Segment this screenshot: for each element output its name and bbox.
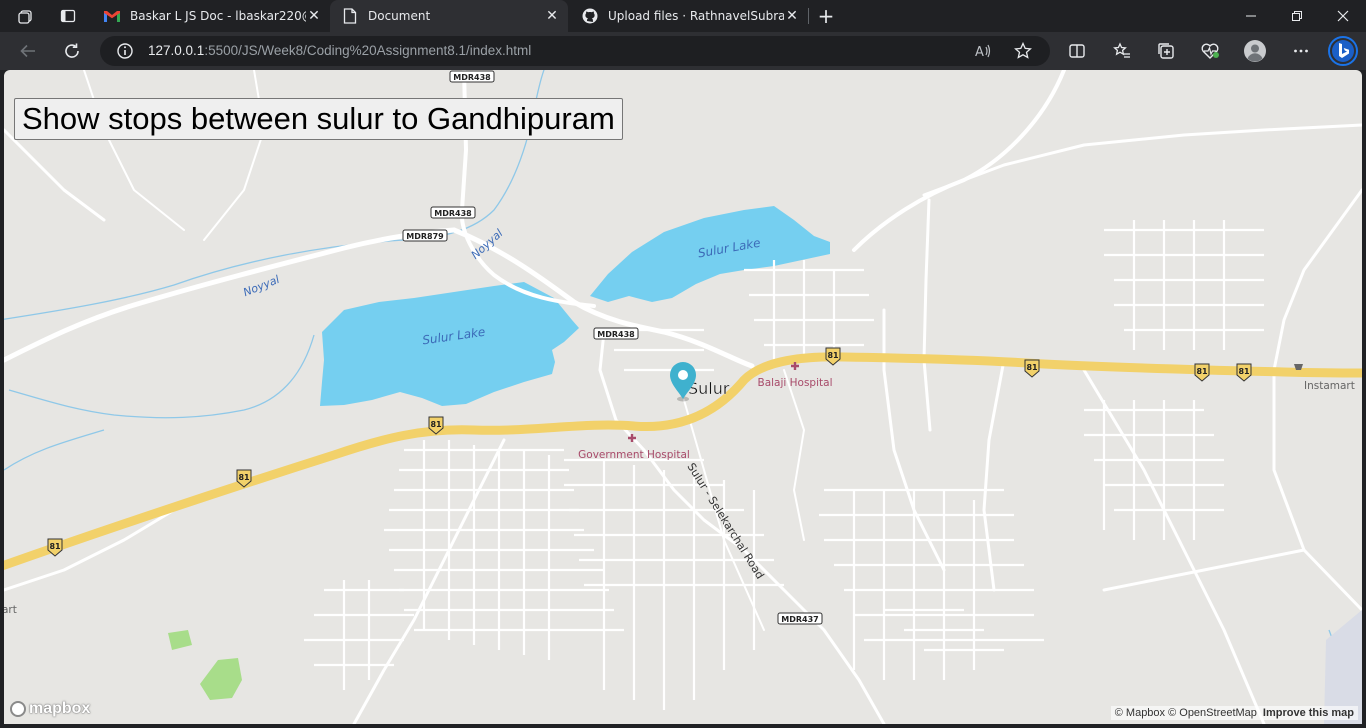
tab-separator	[808, 8, 809, 24]
nh81-label: 81	[1026, 363, 1038, 372]
mdr438-label: MDR438	[453, 73, 491, 82]
workspaces-icon[interactable]	[6, 0, 46, 32]
nh81-label: 81	[1238, 367, 1250, 376]
tab-github[interactable]: Upload files · RathnavelSubraman ✕	[570, 0, 808, 32]
github-icon	[582, 8, 598, 24]
sulur-lake-west	[320, 282, 579, 406]
map-attribution: © Mapbox © OpenStreetMap Improve this map	[1110, 706, 1358, 720]
favorite-star-icon[interactable]	[1014, 41, 1032, 64]
tab-actions-icon[interactable]	[48, 0, 88, 32]
minimize-button[interactable]	[1228, 0, 1274, 32]
site-info-icon[interactable]	[116, 42, 134, 64]
poi-label: Instamart	[1304, 380, 1355, 392]
plus-icon: +	[817, 4, 835, 28]
close-tab-icon[interactable]: ✕	[784, 8, 800, 24]
restore-button[interactable]	[1274, 0, 1320, 32]
show-stops-button[interactable]: Show stops between sulur to Gandhipuram	[14, 98, 623, 140]
tab-title: Baskar L JS Doc - lbaskar220@gm	[130, 9, 306, 23]
favorites-icon[interactable]	[1108, 37, 1136, 65]
refresh-icon[interactable]	[58, 37, 86, 65]
map-canvas[interactable]: 81 81 81 81 81 81 81 MDR438 MDR438 MDR87…	[4, 70, 1362, 724]
mdr438-label: MDR438	[434, 209, 472, 218]
close-tab-icon[interactable]: ✕	[306, 8, 322, 24]
read-aloud-icon[interactable]: A	[974, 42, 992, 64]
close-tab-icon[interactable]: ✕	[544, 8, 560, 24]
map-container[interactable]: 81 81 81 81 81 81 81 MDR438 MDR438 MDR87…	[4, 70, 1362, 724]
gmail-icon	[104, 8, 120, 24]
address-bar[interactable]: 127.0.0.1:5500/JS/Week8/Coding%20Assignm…	[100, 36, 1050, 66]
window-bottom-edge	[0, 724, 1366, 728]
url-host: 127.0.0.1	[148, 43, 205, 58]
browser-tab-strip: Baskar L JS Doc - lbaskar220@gm ✕ Docume…	[0, 0, 1366, 32]
park-areas	[168, 630, 242, 700]
tab-title: Document	[368, 9, 431, 23]
mdr879-label: MDR879	[406, 232, 444, 241]
more-options-icon[interactable]	[1287, 37, 1315, 65]
mapbox-logo-text: mapbox	[29, 700, 91, 717]
tab-document[interactable]: Document ✕	[330, 0, 568, 32]
improve-map-link[interactable]: Improve this map	[1263, 707, 1354, 719]
mdr438-label: MDR438	[597, 330, 635, 339]
mapbox-logo-icon	[10, 701, 26, 717]
document-icon	[342, 8, 358, 24]
nh81-label: 81	[827, 351, 839, 360]
nh81-label: 81	[1196, 367, 1208, 376]
nh81-label: 81	[238, 473, 250, 482]
url-text: 127.0.0.1:5500/JS/Week8/Coding%20Assignm…	[148, 43, 531, 58]
new-tab-button[interactable]: +	[812, 0, 840, 32]
poi-government-hospital[interactable]: Government Hospital	[578, 434, 690, 461]
poi-label: Balaji Hospital	[757, 377, 832, 389]
poi-label: Government Hospital	[578, 449, 690, 461]
profile-avatar-icon[interactable]	[1241, 37, 1269, 65]
noyyal-river-label: Noyyal	[241, 273, 281, 299]
svg-text:A: A	[975, 45, 984, 60]
bing-copilot-icon[interactable]	[1327, 35, 1359, 67]
collections-icon[interactable]	[1152, 37, 1180, 65]
url-path: :5500/JS/Week8/Coding%20Assignment8.1/in…	[204, 43, 532, 58]
attribution-text[interactable]: © Mapbox © OpenStreetMap	[1115, 707, 1257, 719]
noyyal-river-label: Noyyal	[469, 227, 506, 262]
poi-label-clipped: art	[4, 604, 17, 616]
split-screen-icon[interactable]	[1063, 37, 1091, 65]
nh81-label: 81	[49, 542, 61, 551]
mapbox-logo[interactable]: mapbox	[10, 700, 90, 718]
back-icon[interactable]	[14, 37, 42, 65]
tab-gmail[interactable]: Baskar L JS Doc - lbaskar220@gm ✕	[92, 0, 330, 32]
nh81-label: 81	[430, 420, 442, 429]
tab-title: Upload files · RathnavelSubraman	[608, 9, 784, 23]
close-window-button[interactable]	[1320, 0, 1366, 32]
browser-essentials-icon[interactable]	[1196, 37, 1224, 65]
browser-toolbar: 127.0.0.1:5500/JS/Week8/Coding%20Assignm…	[0, 32, 1366, 70]
mdr437-label: MDR437	[781, 615, 818, 624]
